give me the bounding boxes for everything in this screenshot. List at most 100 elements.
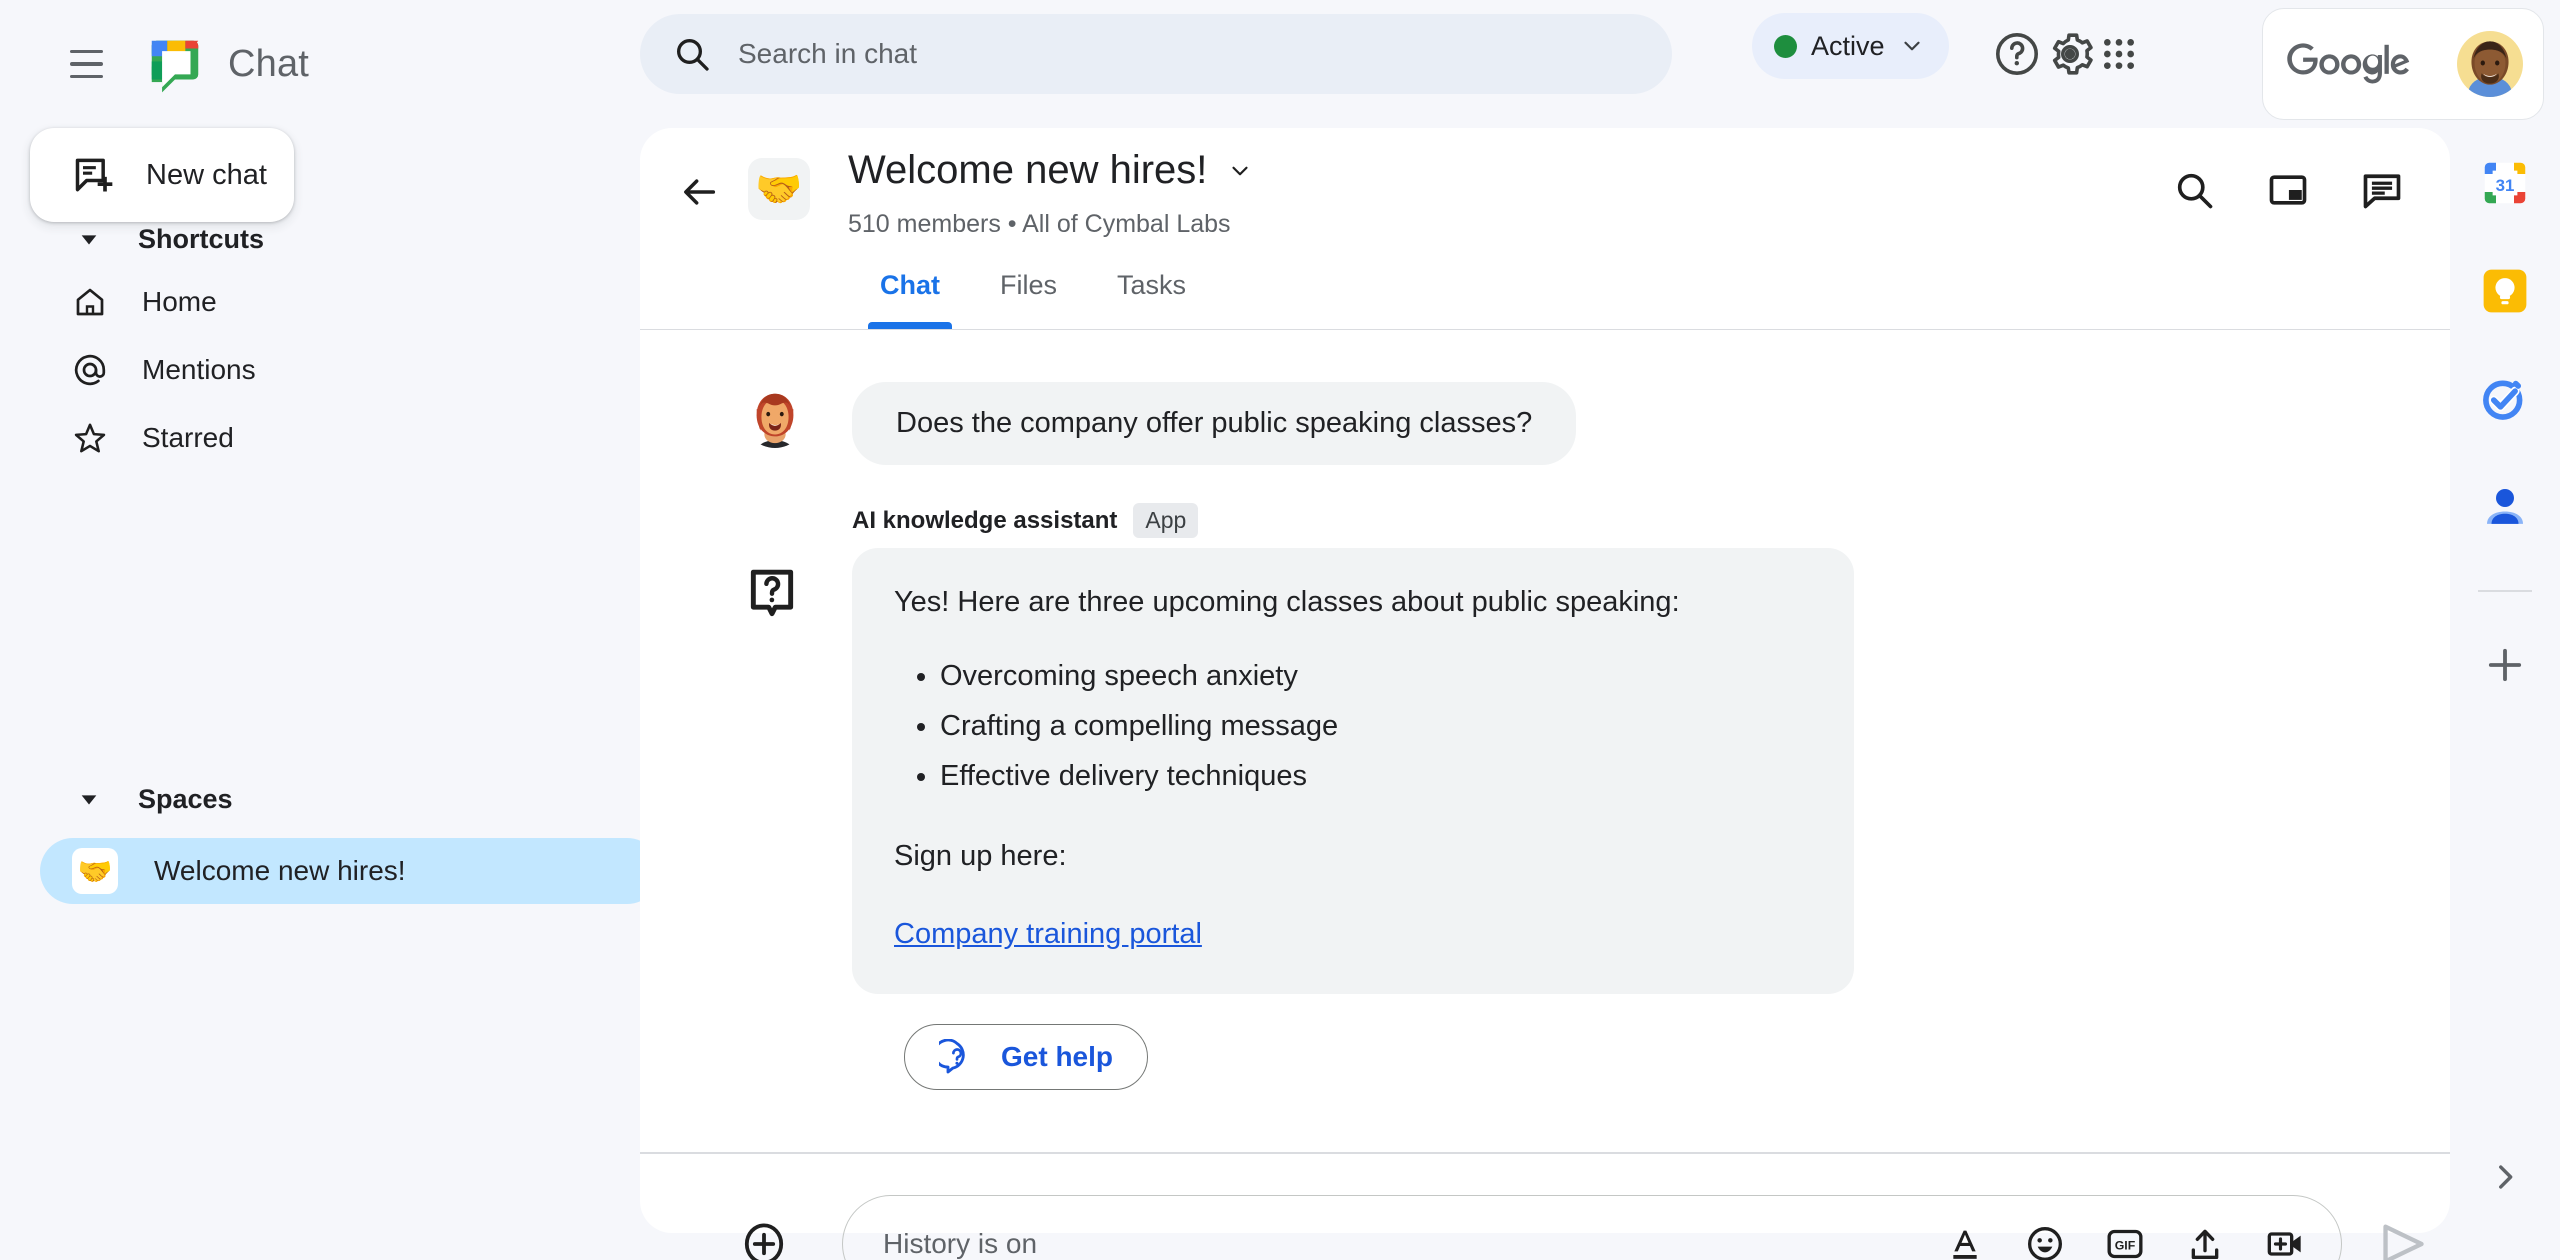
sidebar-item-starred[interactable]: Starred [0,404,640,472]
search-icon[interactable] [2172,168,2216,212]
add-apps-icon[interactable] [2482,642,2528,688]
avatar [744,386,806,448]
message-app: AI knowledge assistant App Yes! Here are… [640,503,2450,1091]
status-dot [1774,34,1797,58]
top-app-bar: Chat Active [0,0,2560,128]
hamburger-menu-icon[interactable] [54,32,118,96]
app-sender-row: AI knowledge assistant App [852,503,2450,538]
sidebar-item-home[interactable]: Home [0,268,640,336]
shortcuts-title: Shortcuts [138,223,265,254]
sidebar-item-welcome-new-hires[interactable]: 🤝 Welcome new hires! [40,838,660,904]
google-wordmark [2287,43,2410,84]
app-body-row: Yes! Here are three upcoming classes abo… [744,548,2450,995]
google-calendar-icon[interactable]: 31 [2478,156,2532,210]
search-bar[interactable] [640,14,1672,94]
picture-in-picture-icon[interactable] [2266,168,2310,212]
upload-file-icon[interactable] [2185,1224,2225,1260]
header-actions [2172,168,2404,212]
list-item: Overcoming speech anxiety [940,656,1812,696]
space-emoji: 🤝 [72,848,118,894]
back-arrow-icon[interactable] [680,172,720,212]
conversation-panel: 🤝 Welcome new hires! 510 members • All o… [640,128,2450,1233]
emoji-icon[interactable] [2025,1224,2065,1260]
right-app-rail: 31 [2450,128,2560,1260]
search-icon [677,39,709,71]
brand-logo-area[interactable]: Chat [144,33,309,95]
space-avatar: 🤝 [748,158,810,220]
message-composer: GIF [640,1175,2450,1260]
compose-input-box[interactable]: GIF [842,1195,2342,1260]
sidebar-item-mentions[interactable]: Mentions [0,336,640,404]
conversation-header: 🤝 Welcome new hires! 510 members • All o… [640,128,2450,256]
composer-tools: GIF [1945,1224,2305,1260]
at-mention-icon [74,354,106,386]
svg-text:GIF: GIF [2115,1239,2136,1253]
tab-label: Chat [880,270,940,300]
chevron-right-icon[interactable] [2488,1160,2522,1194]
star-icon [74,423,106,453]
hamburger-line [69,74,103,79]
space-name: Welcome new hires! [154,855,406,886]
app-bullet-list: Overcoming speech anxiety Crafting a com… [940,656,1812,796]
tab-tasks[interactable]: Tasks [1087,256,1216,329]
spaces-section-header[interactable]: Spaces [0,770,640,828]
tab-files[interactable]: Files [970,256,1087,329]
status-chip[interactable]: Active [1752,13,1949,79]
app-signup-text: Sign up here: [894,840,1067,873]
search-input[interactable] [738,38,1644,70]
company-training-portal-link[interactable]: Company training portal [894,914,1202,954]
conversation-toggle-icon[interactable] [2360,168,2404,212]
space-subtitle: 510 members • All of Cymbal Labs [848,210,1231,238]
caret-down-icon [81,795,97,805]
hamburger-line [69,49,103,54]
composer-divider [640,1152,2450,1154]
sidebar-item-label: Home [142,286,217,317]
new-chat-label: New chat [146,158,267,191]
new-chat-button[interactable]: New chat [30,128,294,222]
left-sidebar: New chat Shortcuts Home Mentions Starred… [0,128,660,1260]
hamburger-line [69,62,103,66]
list-item: Crafting a compelling message [940,706,1812,746]
sidebar-item-label: Mentions [142,354,256,385]
google-keep-icon[interactable] [2478,264,2532,318]
rail-divider [2478,590,2532,592]
app-intro-text: Yes! Here are three upcoming classes abo… [894,586,1680,618]
google-chat-window: Chat Active [0,0,2560,1260]
message-input[interactable] [883,1228,1945,1260]
home-icon [76,288,104,316]
google-tasks-icon[interactable] [2478,372,2532,426]
conversation-tabs: Chat Files Tasks [640,256,2450,330]
tab-label: Files [1000,270,1058,300]
question-bubble-icon [750,569,794,617]
page-title: Welcome new hires! [848,148,1208,192]
new-chat-icon [75,158,113,192]
message-user: Does the company offer public speaking c… [640,382,2450,465]
caret-down-icon [81,235,97,245]
message-bubble: Yes! Here are three upcoming classes abo… [852,548,1854,995]
tab-label: Tasks [1117,270,1187,300]
tab-chat[interactable]: Chat [850,256,970,329]
gear-icon[interactable] [2046,30,2094,78]
google-contacts-icon[interactable] [2478,480,2532,534]
google-apps-grid-icon[interactable] [2099,34,2139,74]
format-text-icon[interactable] [1945,1224,1985,1260]
gif-icon[interactable]: GIF [2105,1224,2145,1260]
message-list: Does the company offer public speaking c… [640,330,2450,1091]
google-chat-logo [151,40,199,93]
user-avatar[interactable] [2457,31,2523,97]
send-icon[interactable] [2376,1218,2428,1260]
spaces-title: Spaces [138,783,233,814]
add-video-meeting-icon[interactable] [2265,1224,2305,1260]
add-circle-icon[interactable] [740,1220,788,1260]
sidebar-item-label: Starred [142,422,234,453]
chevron-down-icon[interactable] [1227,158,1253,184]
svg-text:31: 31 [2496,176,2515,195]
app-badge: App [1133,503,1199,538]
help-icon[interactable] [1993,30,2041,78]
account-switcher[interactable] [2262,8,2544,120]
chevron-down-icon [1903,41,1920,51]
help-bubble-icon [939,1039,965,1074]
space-title-row[interactable]: Welcome new hires! [848,148,1253,193]
list-item: Effective delivery techniques [940,756,1812,796]
get-help-button[interactable]: Get help [904,1024,1149,1091]
